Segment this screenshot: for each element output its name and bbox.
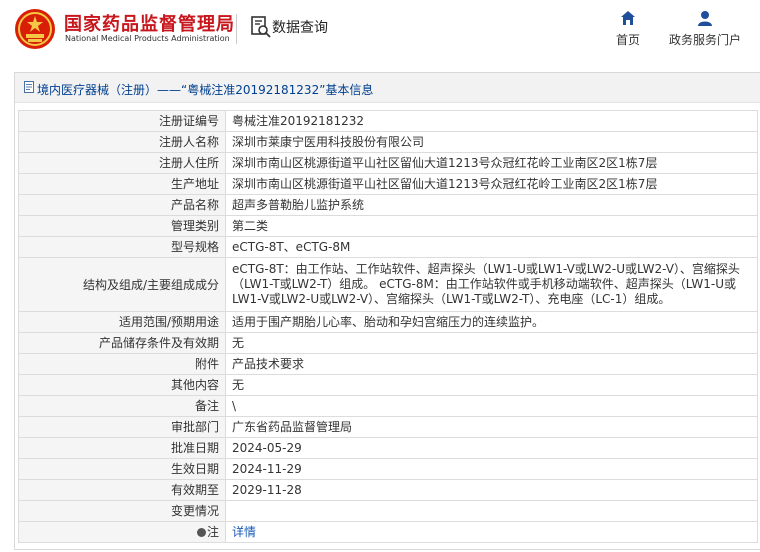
nav-home[interactable]: 首页 [612, 10, 644, 48]
nav-service-portal-label: 政务服务门户 [668, 33, 741, 47]
table-row-note: 注详情 [18, 521, 758, 543]
note-value-cell: 详情 [225, 521, 758, 543]
nav-home-label: 首页 [615, 33, 640, 47]
site-title-en: National Medical Products Administration [65, 34, 230, 43]
field-value: 无 [225, 332, 758, 354]
field-value: 无 [225, 374, 758, 396]
field-label: 有效期至 [18, 479, 226, 501]
table-row: 审批部门 广东省药品监督管理局 [18, 416, 758, 438]
note-label-cell: 注 [18, 521, 226, 543]
field-label: 适用范围/预期用途 [18, 311, 226, 333]
user-icon [698, 11, 712, 26]
table-row: 附件 产品技术要求 [18, 353, 758, 375]
field-label: 附件 [18, 353, 226, 375]
table-row: 适用范围/预期用途 适用于围产期胎儿心率、胎动和孕妇宫缩压力的连续监护。 [18, 311, 758, 333]
field-label: 变更情况 [18, 500, 226, 522]
field-label: 型号规格 [18, 236, 226, 258]
document-icon [24, 81, 34, 93]
table-row: 备注 \ [18, 395, 758, 417]
table-row: 注册人住所 深圳市南山区桃源街道平山社区留仙大道1213号众冠红花岭工业南区2区1… [18, 152, 758, 174]
field-value: eCTG-8T：由工作站、工作站软件、超声探头（LW1-U或LW1-V或LW2-… [225, 257, 758, 312]
table-row: 产品储存条件及有效期无 [18, 332, 758, 354]
nav-service-portal[interactable]: 政务服务门户 [664, 10, 746, 48]
field-label: 生效日期 [18, 458, 226, 480]
field-label: 注册人名称 [18, 131, 226, 153]
table-row: 其他内容无 [18, 374, 758, 396]
device-info-table: 注册证编号 粤械注准20192181232 注册人名称 深圳市莱康宁医用科技股份有限公… [18, 110, 758, 543]
data-query-label: 数据查询 [272, 20, 328, 36]
site-title-cn: 国家药品监督管理局 [64, 14, 235, 35]
field-label: 产品名称 [18, 194, 226, 216]
field-value: 2024-11-29 [225, 458, 758, 480]
bullet-icon [196, 528, 206, 537]
field-label: 注册人住所 [18, 152, 226, 174]
field-label: 管理类别 [18, 215, 226, 237]
note-label: 注 [206, 525, 219, 539]
field-label: 生产地址 [18, 173, 226, 195]
field-label: 其他内容 [18, 374, 226, 396]
table-row: 注册人名称 深圳市莱康宁医用科技股份有限公司 [18, 131, 758, 153]
table-row: 有效期至 2029-11-28 [18, 479, 758, 501]
field-value: 深圳市南山区桃源街道平山社区留仙大道1213号众冠红花岭工业南区2区1栋7层 [225, 173, 758, 195]
field-value: 适用于围产期胎儿心率、胎动和孕妇宫缩压力的连续监护。 [225, 311, 758, 333]
header-divider [236, 14, 237, 44]
details-link[interactable]: 详情 [232, 525, 256, 539]
field-value [225, 500, 758, 522]
field-value: 深圳市南山区桃源街道平山社区留仙大道1213号众冠红花岭工业南区2区1栋7层 [225, 152, 758, 174]
field-value: eCTG-8T、eCTG-8M [225, 236, 758, 258]
field-value: 粤械注准20192181232 [225, 110, 758, 132]
field-value: 2029-11-28 [225, 479, 758, 501]
site-header: 国家药品监督管理局 National Medical Products Admi… [0, 0, 760, 62]
table-row: 生效日期 2024-11-29 [18, 458, 758, 480]
table-row: 管理类别 第二类 [18, 215, 758, 237]
field-value: 产品技术要求 [225, 353, 758, 375]
field-value: 超声多普勒胎儿监护系统 [225, 194, 758, 216]
table-row: 生产地址 深圳市南山区桃源街道平山社区留仙大道1213号众冠红花岭工业南区2区1栋… [18, 173, 758, 195]
table-row: 型号规格 eCTG-8T、eCTG-8M [18, 236, 758, 258]
table-row: 结构及组成/主要组成成分 eCTG-8T：由工作站、工作站软件、超声探头（LW1-… [18, 257, 758, 312]
detail-title: 境内医疗器械（注册）——“粤械注准20192181232”基本信息 [37, 83, 374, 97]
national-emblem-icon [15, 9, 55, 49]
detail-titlebar: 境内医疗器械（注册）——“粤械注准20192181232”基本信息 [15, 73, 760, 103]
field-label: 注册证编号 [18, 110, 226, 132]
home-icon [621, 11, 635, 25]
table-row: 变更情况 [18, 500, 758, 522]
field-value: 广东省药品监督管理局 [225, 416, 758, 438]
field-value: \ [225, 395, 758, 417]
field-value: 深圳市莱康宁医用科技股份有限公司 [225, 131, 758, 153]
field-label: 批准日期 [18, 437, 226, 459]
field-label: 结构及组成/主要组成成分 [18, 257, 226, 312]
table-row: 注册证编号 粤械注准20192181232 [18, 110, 758, 132]
field-value: 第二类 [225, 215, 758, 237]
table-row: 批准日期 2024-05-29 [18, 437, 758, 459]
field-label: 产品储存条件及有效期 [18, 332, 226, 354]
field-value: 2024-05-29 [225, 437, 758, 459]
document-search-icon [251, 16, 271, 38]
field-label: 审批部门 [18, 416, 226, 438]
field-label: 备注 [18, 395, 226, 417]
detail-panel: 境内医疗器械（注册）——“粤械注准20192181232”基本信息 注册证编号粤… [14, 72, 760, 550]
table-row: 产品名称 超声多普勒胎儿监护系统 [18, 194, 758, 216]
